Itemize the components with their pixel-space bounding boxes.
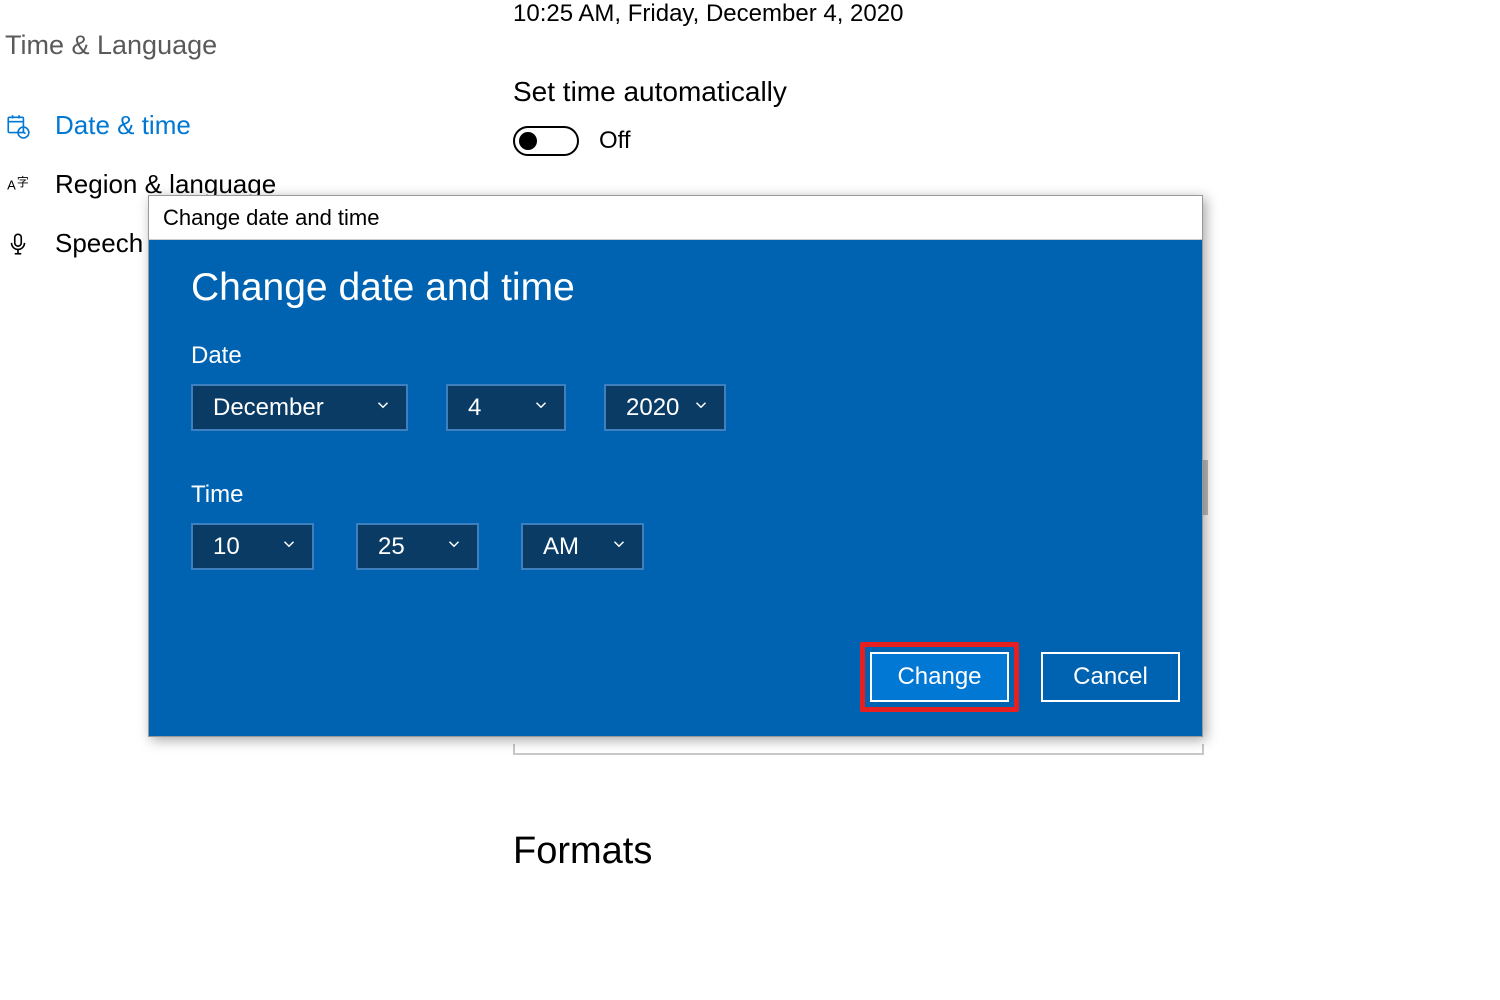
set-time-auto-toggle-row: Off [513, 126, 1413, 156]
dialog-heading: Change date and time [191, 266, 1160, 310]
year-dropdown[interactable]: 2020 [604, 384, 726, 431]
ampm-dropdown-value: AM [543, 533, 579, 561]
minute-dropdown-value: 25 [378, 533, 405, 561]
minute-dropdown[interactable]: 25 [356, 523, 479, 570]
chevron-down-icon [445, 535, 463, 558]
year-dropdown-value: 2020 [626, 394, 679, 422]
cancel-button[interactable]: Cancel [1041, 652, 1180, 702]
date-field-label: Date [191, 342, 1160, 370]
time-combo-row: 10 25 AM [191, 523, 1160, 570]
chevron-down-icon [280, 535, 298, 558]
month-dropdown-value: December [213, 394, 324, 422]
annotation-highlight: Change [860, 642, 1019, 712]
day-dropdown[interactable]: 4 [446, 384, 566, 431]
current-datetime-text: 10:25 AM, Friday, December 4, 2020 [513, 0, 1413, 28]
time-field-label: Time [191, 481, 1160, 509]
set-time-auto-toggle[interactable] [513, 126, 579, 156]
dialog-body: Change date and time Date December 4 202… [149, 240, 1202, 736]
microphone-icon [5, 231, 31, 257]
sidebar-item-label: Speech [55, 228, 143, 259]
sidebar-item-label: Date & time [55, 110, 191, 141]
chevron-down-icon [692, 396, 710, 419]
month-dropdown[interactable]: December [191, 384, 408, 431]
dialog-titlebar-text: Change date and time [163, 205, 380, 231]
dialog-buttons: Change Cancel [860, 642, 1180, 712]
chevron-down-icon [610, 535, 628, 558]
chevron-down-icon [374, 396, 392, 419]
day-dropdown-value: 4 [468, 394, 481, 422]
date-combo-row: December 4 2020 [191, 384, 1160, 431]
change-date-time-dialog: Change date and time Change date and tim… [148, 195, 1203, 737]
ampm-dropdown[interactable]: AM [521, 523, 644, 570]
hour-dropdown-value: 10 [213, 533, 240, 561]
background-dropdown-fragment [513, 744, 1204, 755]
dialog-titlebar[interactable]: Change date and time [149, 196, 1202, 240]
toggle-state-label: Off [599, 127, 631, 155]
language-icon: A 字 [5, 172, 31, 198]
sidebar-item-date-time[interactable]: Date & time [0, 96, 480, 155]
chevron-down-icon [532, 396, 550, 419]
toggle-knob [519, 132, 537, 150]
formats-heading: Formats [513, 830, 652, 873]
change-button[interactable]: Change [870, 652, 1009, 702]
hour-dropdown[interactable]: 10 [191, 523, 314, 570]
svg-text:A: A [7, 177, 16, 192]
set-time-auto-label: Set time automatically [513, 76, 1413, 108]
svg-text:字: 字 [17, 175, 29, 189]
calendar-clock-icon [5, 113, 31, 139]
sidebar-title: Time & Language [0, 0, 480, 61]
